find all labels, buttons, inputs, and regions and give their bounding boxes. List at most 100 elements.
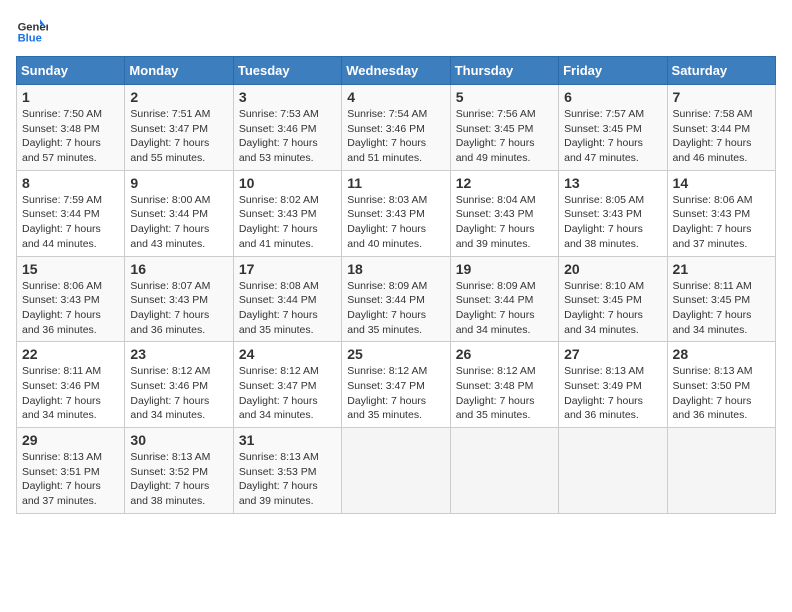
cell-info: Sunrise: 8:03 AMSunset: 3:43 PMDaylight:… [347,194,427,250]
calendar-header-row: SundayMondayTuesdayWednesdayThursdayFrid… [17,57,776,85]
cell-info: Sunrise: 8:12 AMSunset: 3:47 PMDaylight:… [239,365,319,421]
day-number: 29 [22,432,119,448]
cell-info: Sunrise: 7:50 AMSunset: 3:48 PMDaylight:… [22,108,102,164]
cell-info: Sunrise: 7:51 AMSunset: 3:47 PMDaylight:… [130,108,210,164]
cell-info: Sunrise: 8:12 AMSunset: 3:48 PMDaylight:… [456,365,536,421]
calendar-week-row: 22 Sunrise: 8:11 AMSunset: 3:46 PMDaylig… [17,342,776,428]
cell-info: Sunrise: 8:00 AMSunset: 3:44 PMDaylight:… [130,194,210,250]
day-number: 27 [564,346,661,362]
calendar-cell: 31 Sunrise: 8:13 AMSunset: 3:53 PMDaylig… [233,428,341,514]
calendar-cell: 27 Sunrise: 8:13 AMSunset: 3:49 PMDaylig… [559,342,667,428]
calendar-cell: 6 Sunrise: 7:57 AMSunset: 3:45 PMDayligh… [559,85,667,171]
calendar-cell: 24 Sunrise: 8:12 AMSunset: 3:47 PMDaylig… [233,342,341,428]
calendar-cell: 3 Sunrise: 7:53 AMSunset: 3:46 PMDayligh… [233,85,341,171]
calendar-cell: 21 Sunrise: 8:11 AMSunset: 3:45 PMDaylig… [667,256,775,342]
cell-info: Sunrise: 8:13 AMSunset: 3:51 PMDaylight:… [22,451,102,507]
day-number: 7 [673,89,770,105]
day-number: 28 [673,346,770,362]
calendar-cell: 20 Sunrise: 8:10 AMSunset: 3:45 PMDaylig… [559,256,667,342]
calendar-cell [667,428,775,514]
day-header-thursday: Thursday [450,57,558,85]
calendar-cell [559,428,667,514]
day-number: 24 [239,346,336,362]
cell-info: Sunrise: 8:06 AMSunset: 3:43 PMDaylight:… [22,280,102,336]
cell-info: Sunrise: 8:05 AMSunset: 3:43 PMDaylight:… [564,194,644,250]
day-number: 9 [130,175,227,191]
day-number: 31 [239,432,336,448]
day-number: 18 [347,261,444,277]
day-number: 20 [564,261,661,277]
cell-info: Sunrise: 8:10 AMSunset: 3:45 PMDaylight:… [564,280,644,336]
calendar-cell: 12 Sunrise: 8:04 AMSunset: 3:43 PMDaylig… [450,170,558,256]
calendar-cell: 28 Sunrise: 8:13 AMSunset: 3:50 PMDaylig… [667,342,775,428]
calendar-cell: 29 Sunrise: 8:13 AMSunset: 3:51 PMDaylig… [17,428,125,514]
cell-info: Sunrise: 7:58 AMSunset: 3:44 PMDaylight:… [673,108,753,164]
calendar-cell: 2 Sunrise: 7:51 AMSunset: 3:47 PMDayligh… [125,85,233,171]
day-number: 12 [456,175,553,191]
day-number: 23 [130,346,227,362]
calendar-cell: 9 Sunrise: 8:00 AMSunset: 3:44 PMDayligh… [125,170,233,256]
day-number: 5 [456,89,553,105]
day-number: 15 [22,261,119,277]
page-header: General Blue [16,16,776,48]
calendar-cell: 11 Sunrise: 8:03 AMSunset: 3:43 PMDaylig… [342,170,450,256]
calendar-cell: 18 Sunrise: 8:09 AMSunset: 3:44 PMDaylig… [342,256,450,342]
cell-info: Sunrise: 7:57 AMSunset: 3:45 PMDaylight:… [564,108,644,164]
day-number: 17 [239,261,336,277]
day-number: 4 [347,89,444,105]
calendar-cell: 26 Sunrise: 8:12 AMSunset: 3:48 PMDaylig… [450,342,558,428]
day-number: 22 [22,346,119,362]
calendar-cell: 5 Sunrise: 7:56 AMSunset: 3:45 PMDayligh… [450,85,558,171]
day-number: 30 [130,432,227,448]
cell-info: Sunrise: 8:06 AMSunset: 3:43 PMDaylight:… [673,194,753,250]
day-header-friday: Friday [559,57,667,85]
cell-info: Sunrise: 7:53 AMSunset: 3:46 PMDaylight:… [239,108,319,164]
calendar-cell: 19 Sunrise: 8:09 AMSunset: 3:44 PMDaylig… [450,256,558,342]
cell-info: Sunrise: 8:11 AMSunset: 3:45 PMDaylight:… [673,280,752,336]
cell-info: Sunrise: 8:08 AMSunset: 3:44 PMDaylight:… [239,280,319,336]
calendar-cell [450,428,558,514]
day-header-monday: Monday [125,57,233,85]
calendar-cell: 4 Sunrise: 7:54 AMSunset: 3:46 PMDayligh… [342,85,450,171]
cell-info: Sunrise: 7:59 AMSunset: 3:44 PMDaylight:… [22,194,102,250]
calendar-cell: 16 Sunrise: 8:07 AMSunset: 3:43 PMDaylig… [125,256,233,342]
day-number: 10 [239,175,336,191]
cell-info: Sunrise: 8:13 AMSunset: 3:49 PMDaylight:… [564,365,644,421]
calendar-cell: 30 Sunrise: 8:13 AMSunset: 3:52 PMDaylig… [125,428,233,514]
cell-info: Sunrise: 8:13 AMSunset: 3:52 PMDaylight:… [130,451,210,507]
calendar-cell: 25 Sunrise: 8:12 AMSunset: 3:47 PMDaylig… [342,342,450,428]
day-number: 26 [456,346,553,362]
cell-info: Sunrise: 7:54 AMSunset: 3:46 PMDaylight:… [347,108,427,164]
cell-info: Sunrise: 8:11 AMSunset: 3:46 PMDaylight:… [22,365,101,421]
day-number: 21 [673,261,770,277]
cell-info: Sunrise: 8:13 AMSunset: 3:53 PMDaylight:… [239,451,319,507]
day-header-wednesday: Wednesday [342,57,450,85]
calendar-cell: 8 Sunrise: 7:59 AMSunset: 3:44 PMDayligh… [17,170,125,256]
day-header-sunday: Sunday [17,57,125,85]
svg-text:General: General [18,21,48,33]
calendar-cell: 10 Sunrise: 8:02 AMSunset: 3:43 PMDaylig… [233,170,341,256]
logo-icon: General Blue [16,16,48,48]
calendar-cell [342,428,450,514]
calendar-week-row: 8 Sunrise: 7:59 AMSunset: 3:44 PMDayligh… [17,170,776,256]
calendar-cell: 15 Sunrise: 8:06 AMSunset: 3:43 PMDaylig… [17,256,125,342]
cell-info: Sunrise: 8:04 AMSunset: 3:43 PMDaylight:… [456,194,536,250]
calendar-cell: 22 Sunrise: 8:11 AMSunset: 3:46 PMDaylig… [17,342,125,428]
calendar-week-row: 1 Sunrise: 7:50 AMSunset: 3:48 PMDayligh… [17,85,776,171]
cell-info: Sunrise: 7:56 AMSunset: 3:45 PMDaylight:… [456,108,536,164]
calendar-cell: 23 Sunrise: 8:12 AMSunset: 3:46 PMDaylig… [125,342,233,428]
calendar-cell: 13 Sunrise: 8:05 AMSunset: 3:43 PMDaylig… [559,170,667,256]
day-number: 19 [456,261,553,277]
calendar-week-row: 15 Sunrise: 8:06 AMSunset: 3:43 PMDaylig… [17,256,776,342]
calendar-cell: 17 Sunrise: 8:08 AMSunset: 3:44 PMDaylig… [233,256,341,342]
day-number: 3 [239,89,336,105]
day-number: 1 [22,89,119,105]
svg-text:Blue: Blue [18,33,42,45]
calendar-week-row: 29 Sunrise: 8:13 AMSunset: 3:51 PMDaylig… [17,428,776,514]
day-number: 13 [564,175,661,191]
day-number: 2 [130,89,227,105]
day-number: 11 [347,175,444,191]
cell-info: Sunrise: 8:13 AMSunset: 3:50 PMDaylight:… [673,365,753,421]
calendar-cell: 7 Sunrise: 7:58 AMSunset: 3:44 PMDayligh… [667,85,775,171]
day-header-tuesday: Tuesday [233,57,341,85]
